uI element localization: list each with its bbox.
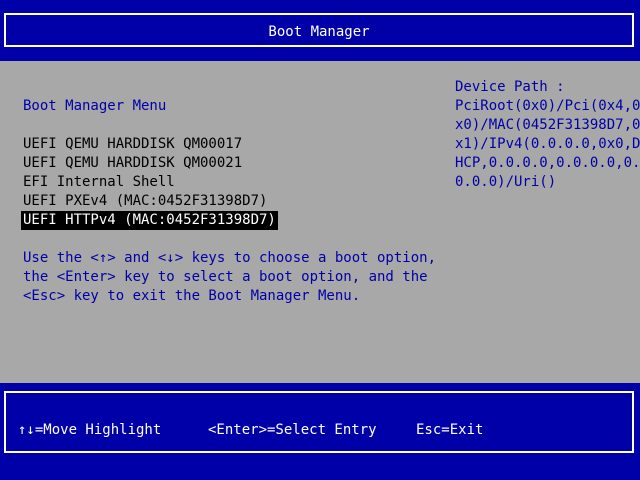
device-path-line-1: PciRoot(0x0)/Pci(0x4,0 [455,98,640,114]
header-frame: Boot Manager [4,13,634,47]
footer-frame: ↑↓=Move Highlight <Enter>=Select Entry E… [4,391,634,453]
device-path-line-3: x1)/IPv4(0.0.0.0,0x0,D [455,136,640,152]
boot-option-pxev4[interactable]: UEFI PXEv4 (MAC:0452F31398D7) [23,192,267,211]
device-path-label: Device Path : [455,79,565,95]
hint-exit: Esc=Exit [416,422,484,438]
device-path-line-2: x0)/MAC(0452F31398D7,0 [455,117,640,133]
boot-option-qemu-harddisk-2[interactable]: UEFI QEMU HARDDISK QM00021 [23,154,242,173]
page-title: Boot Manager [268,24,370,40]
boot-option-httpv4[interactable]: UEFI HTTPv4 (MAC:0452F31398D7) [21,211,278,230]
help-text-line-3: <Esc> key to exit the Boot Manager Menu. [23,288,361,304]
boot-option-qemu-harddisk-1[interactable]: UEFI QEMU HARDDISK QM00017 [23,135,242,154]
hint-move-highlight: ↑↓=Move Highlight [18,422,162,438]
device-path-line-4: HCP,0.0.0.0,0.0.0.0,0. [455,155,640,171]
main-panel: Boot Manager Menu UEFI QEMU HARDDISK QM0… [0,61,640,383]
menu-title: Boot Manager Menu [23,98,167,114]
hint-select-entry: <Enter>=Select Entry [208,422,377,438]
help-text-line-1: Use the <↑> and <↓> keys to choose a boo… [23,250,437,266]
help-text-line-2: the <Enter> key to select a boot option,… [23,269,428,285]
boot-option-efi-shell[interactable]: EFI Internal Shell [23,173,175,192]
device-path-line-5: 0.0.0)/Uri() [455,174,557,190]
